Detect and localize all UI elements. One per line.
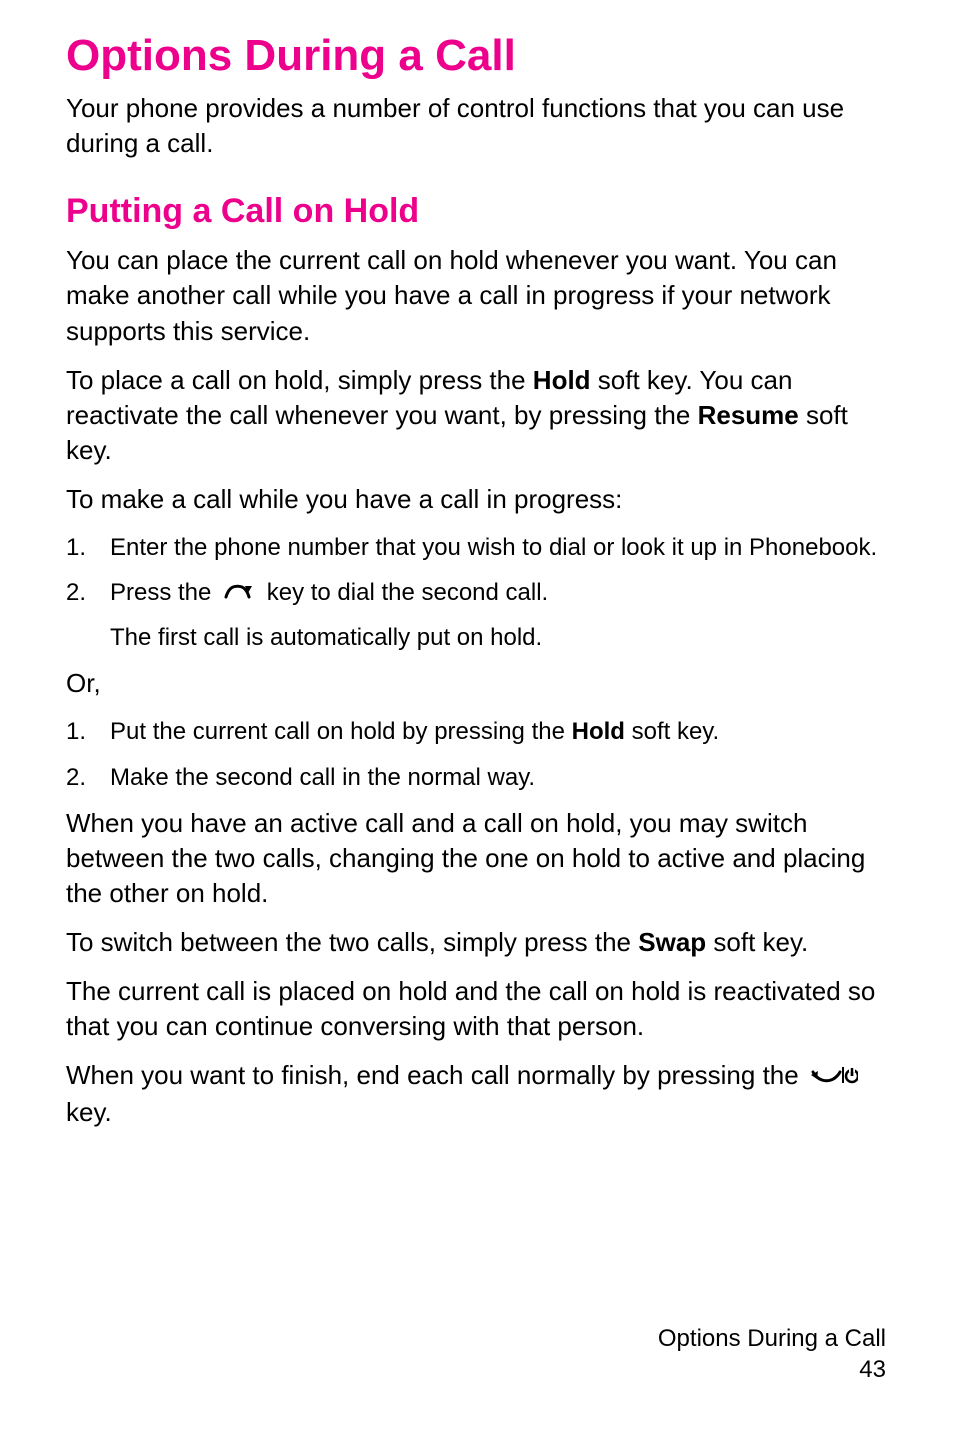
resume-softkey-label: Resume bbox=[698, 400, 799, 430]
p2-pre: To place a call on hold, simply press th… bbox=[66, 365, 533, 395]
p8-post: key. bbox=[66, 1097, 112, 1127]
ordered-list-2: 1. Put the current call on hold by press… bbox=[66, 715, 894, 793]
p6-post: soft key. bbox=[706, 927, 808, 957]
footer-page-number: 43 bbox=[658, 1354, 886, 1385]
page-footer: Options During a Call 43 bbox=[658, 1323, 886, 1385]
list-number: 1. bbox=[66, 531, 110, 564]
p8-pre: When you want to finish, end each call n… bbox=[66, 1060, 806, 1090]
li-pre: Press the bbox=[110, 579, 218, 606]
hold-softkey-label: Hold bbox=[572, 718, 625, 745]
list-item: 1. Put the current call on hold by press… bbox=[66, 715, 894, 748]
list-item: 2. Make the second call in the normal wa… bbox=[66, 761, 894, 794]
footer-section-title: Options During a Call bbox=[658, 1323, 886, 1354]
paragraph-5: When you have an active call and a call … bbox=[66, 806, 894, 911]
p6-pre: To switch between the two calls, simply … bbox=[66, 927, 638, 957]
intro-paragraph: Your phone provides a number of control … bbox=[66, 91, 894, 161]
paragraph-2: To place a call on hold, simply press th… bbox=[66, 363, 894, 468]
list-text: Make the second call in the normal way. bbox=[110, 761, 894, 794]
list-number: 2. bbox=[66, 761, 110, 794]
section-heading: Putting a Call on Hold bbox=[66, 189, 894, 233]
ordered-list-1: 1. Enter the phone number that you wish … bbox=[66, 531, 894, 654]
list-text: Press the key to dial the second call. bbox=[110, 576, 894, 611]
list-item: 1. Enter the phone number that you wish … bbox=[66, 531, 894, 564]
list-text: Enter the phone number that you wish to … bbox=[110, 531, 894, 564]
li-pre: Put the current call on hold by pressing… bbox=[110, 718, 572, 745]
manual-page: Options During a Call Your phone provide… bbox=[0, 0, 954, 1433]
list-number: 1. bbox=[66, 715, 110, 748]
page-title: Options During a Call bbox=[66, 28, 894, 83]
paragraph-8: When you want to finish, end each call n… bbox=[66, 1058, 894, 1130]
list-text: Put the current call on hold by pressing… bbox=[110, 715, 894, 748]
or-label: Or, bbox=[66, 666, 894, 701]
swap-softkey-label: Swap bbox=[638, 927, 706, 957]
li-post: soft key. bbox=[625, 718, 719, 745]
list-item: 2. Press the key to dial the second call… bbox=[66, 576, 894, 611]
list-sub-note: The first call is automatically put on h… bbox=[110, 621, 894, 654]
end-power-key-icon bbox=[810, 1060, 858, 1095]
hold-softkey-label: Hold bbox=[533, 365, 591, 395]
paragraph-6: To switch between the two calls, simply … bbox=[66, 925, 894, 960]
paragraph-1: You can place the current call on hold w… bbox=[66, 243, 894, 348]
paragraph-7: The current call is placed on hold and t… bbox=[66, 974, 894, 1044]
send-key-icon bbox=[222, 578, 256, 611]
list-number: 2. bbox=[66, 576, 110, 609]
paragraph-3: To make a call while you have a call in … bbox=[66, 482, 894, 517]
li-post: key to dial the second call. bbox=[267, 579, 549, 606]
